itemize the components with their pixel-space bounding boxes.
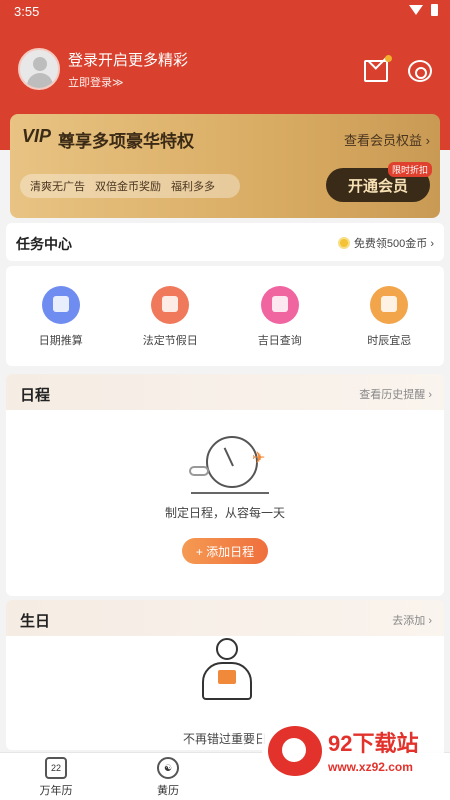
task-center-title: 任务中心: [16, 236, 72, 252]
add-birthday-link[interactable]: 去添加 ›: [392, 612, 432, 628]
vip-logo: VIP: [22, 126, 52, 146]
login-prompt: 登录开启更多精彩: [68, 51, 189, 69]
cloud-icon: [189, 466, 209, 476]
free-coins-text: 免费领500金币 ›: [353, 238, 434, 250]
nav-almanac[interactable]: ☯ 黄历: [138, 757, 198, 798]
vip-perks: 清爽无广告 双倍金币奖励 福利多多: [20, 174, 240, 198]
limited-discount-badge: 限时折扣: [387, 162, 432, 177]
clock-illustration-icon: [206, 436, 258, 488]
vip-perk: 清爽无广告: [30, 181, 85, 193]
notification-dot: [385, 55, 392, 62]
login-link[interactable]: 立即登录≫: [68, 74, 188, 90]
gear-icon[interactable]: [408, 60, 432, 82]
tool-hours[interactable]: 时辰宜忌: [344, 286, 434, 366]
vip-benefits-link[interactable]: 查看会员权益 ›: [344, 130, 430, 149]
status-time: 3:55: [14, 4, 40, 19]
nav-calendar[interactable]: 22 万年历: [26, 757, 86, 798]
birthday-title: 生日: [20, 613, 51, 630]
lantern-icon: [151, 286, 190, 324]
tool-holidays[interactable]: 法定节假日: [125, 286, 215, 366]
add-schedule-button[interactable]: + 添加日程: [182, 538, 268, 564]
tool-label: 日期推算: [38, 335, 83, 347]
quick-tools: 日期推算 法定节假日 吉日查询 时辰宜忌: [6, 266, 444, 366]
tool-date-calc[interactable]: 日期推算: [16, 286, 106, 366]
watermark-title: 92下载站: [328, 731, 419, 756]
coin-icon: [337, 237, 350, 249]
free-coins-link[interactable]: 免费领500金币 ›: [337, 235, 434, 251]
airplane-icon: ✈: [252, 450, 266, 467]
vip-perk: 双倍金币奖励: [95, 181, 161, 193]
clock-icon: [370, 286, 409, 324]
calendar-icon: [41, 286, 80, 324]
avatar[interactable]: [18, 48, 60, 90]
schedule-card: 日程 查看历史提醒 › ✈ 制定日程，从容每一天 + 添加日程: [6, 374, 444, 596]
birthday-cake-illustration-icon: [194, 638, 260, 708]
history-reminders-link[interactable]: 查看历史提醒 ›: [359, 386, 432, 402]
mail-icon[interactable]: [364, 55, 392, 82]
almanac-icon: [260, 286, 299, 324]
status-bar: 3:55: [0, 0, 450, 24]
yin-yang-icon: ☯: [157, 757, 179, 779]
nav-label: 万年历: [39, 785, 73, 797]
profile-section[interactable]: 登录开启更多精彩 立即登录≫: [18, 48, 188, 90]
watermark: 92下载站 www.xz92.com: [262, 716, 444, 786]
wifi-icon: [409, 5, 423, 15]
battery-icon: [431, 4, 438, 16]
vip-perk: 福利多多: [171, 181, 215, 193]
tool-label: 法定节假日: [142, 335, 198, 347]
vip-title: 尊享多项豪华特权: [58, 132, 194, 151]
watermark-url: www.xz92.com: [328, 760, 413, 774]
calendar-icon: 22: [45, 757, 67, 779]
tool-label: 时辰宜忌: [367, 335, 412, 347]
illustration-ground: [191, 492, 269, 494]
task-center[interactable]: 任务中心 免费领500金币 ›: [6, 223, 444, 261]
watermark-logo-icon: [268, 726, 322, 776]
vip-banner[interactable]: VIP 尊享多项豪华特权 查看会员权益 › 清爽无广告 双倍金币奖励 福利多多 …: [10, 114, 440, 218]
tool-lucky-days[interactable]: 吉日查询: [235, 286, 325, 366]
schedule-title: 日程: [20, 387, 51, 404]
schedule-empty-text: 制定日程，从容每一天: [164, 506, 285, 520]
tool-label: 吉日查询: [257, 335, 302, 347]
nav-label: 黄历: [157, 785, 179, 797]
